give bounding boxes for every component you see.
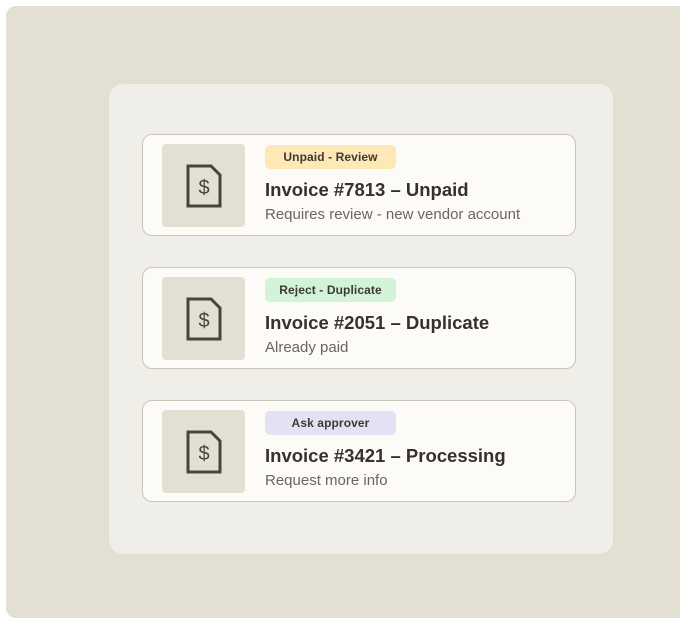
invoice-title: Invoice #3421 – Processing — [265, 445, 506, 466]
invoice-subtitle: Requires review - new vendor account — [265, 206, 521, 223]
status-badge: Ask approver — [265, 411, 396, 435]
svg-text:$: $ — [198, 443, 209, 465]
invoice-title: Invoice #7813 – Unpaid — [265, 179, 469, 200]
invoice-title: Invoice #2051 – Duplicate — [265, 312, 490, 333]
invoice-card[interactable]: $ Ask approver Invoice #3421 – Processin… — [142, 400, 576, 502]
svg-text:$: $ — [198, 310, 209, 332]
invoice-subtitle: Request more info — [265, 472, 388, 489]
svg-text:$: $ — [198, 177, 209, 199]
invoice-dollar-icon: $ — [185, 429, 223, 475]
invoice-thumbnail: $ — [162, 144, 245, 227]
invoice-dollar-icon: $ — [185, 163, 223, 209]
status-badge: Unpaid - Review — [265, 145, 396, 169]
invoice-subtitle: Already paid — [265, 339, 349, 356]
invoice-dollar-icon: $ — [185, 296, 223, 342]
invoice-thumbnail: $ — [162, 410, 245, 493]
invoice-card[interactable]: $ Reject - Duplicate Invoice #2051 – Dup… — [142, 267, 576, 369]
invoice-thumbnail: $ — [162, 277, 245, 360]
invoice-card[interactable]: $ Unpaid - Review Invoice #7813 – Unpaid… — [142, 134, 576, 236]
status-badge: Reject - Duplicate — [265, 278, 396, 302]
